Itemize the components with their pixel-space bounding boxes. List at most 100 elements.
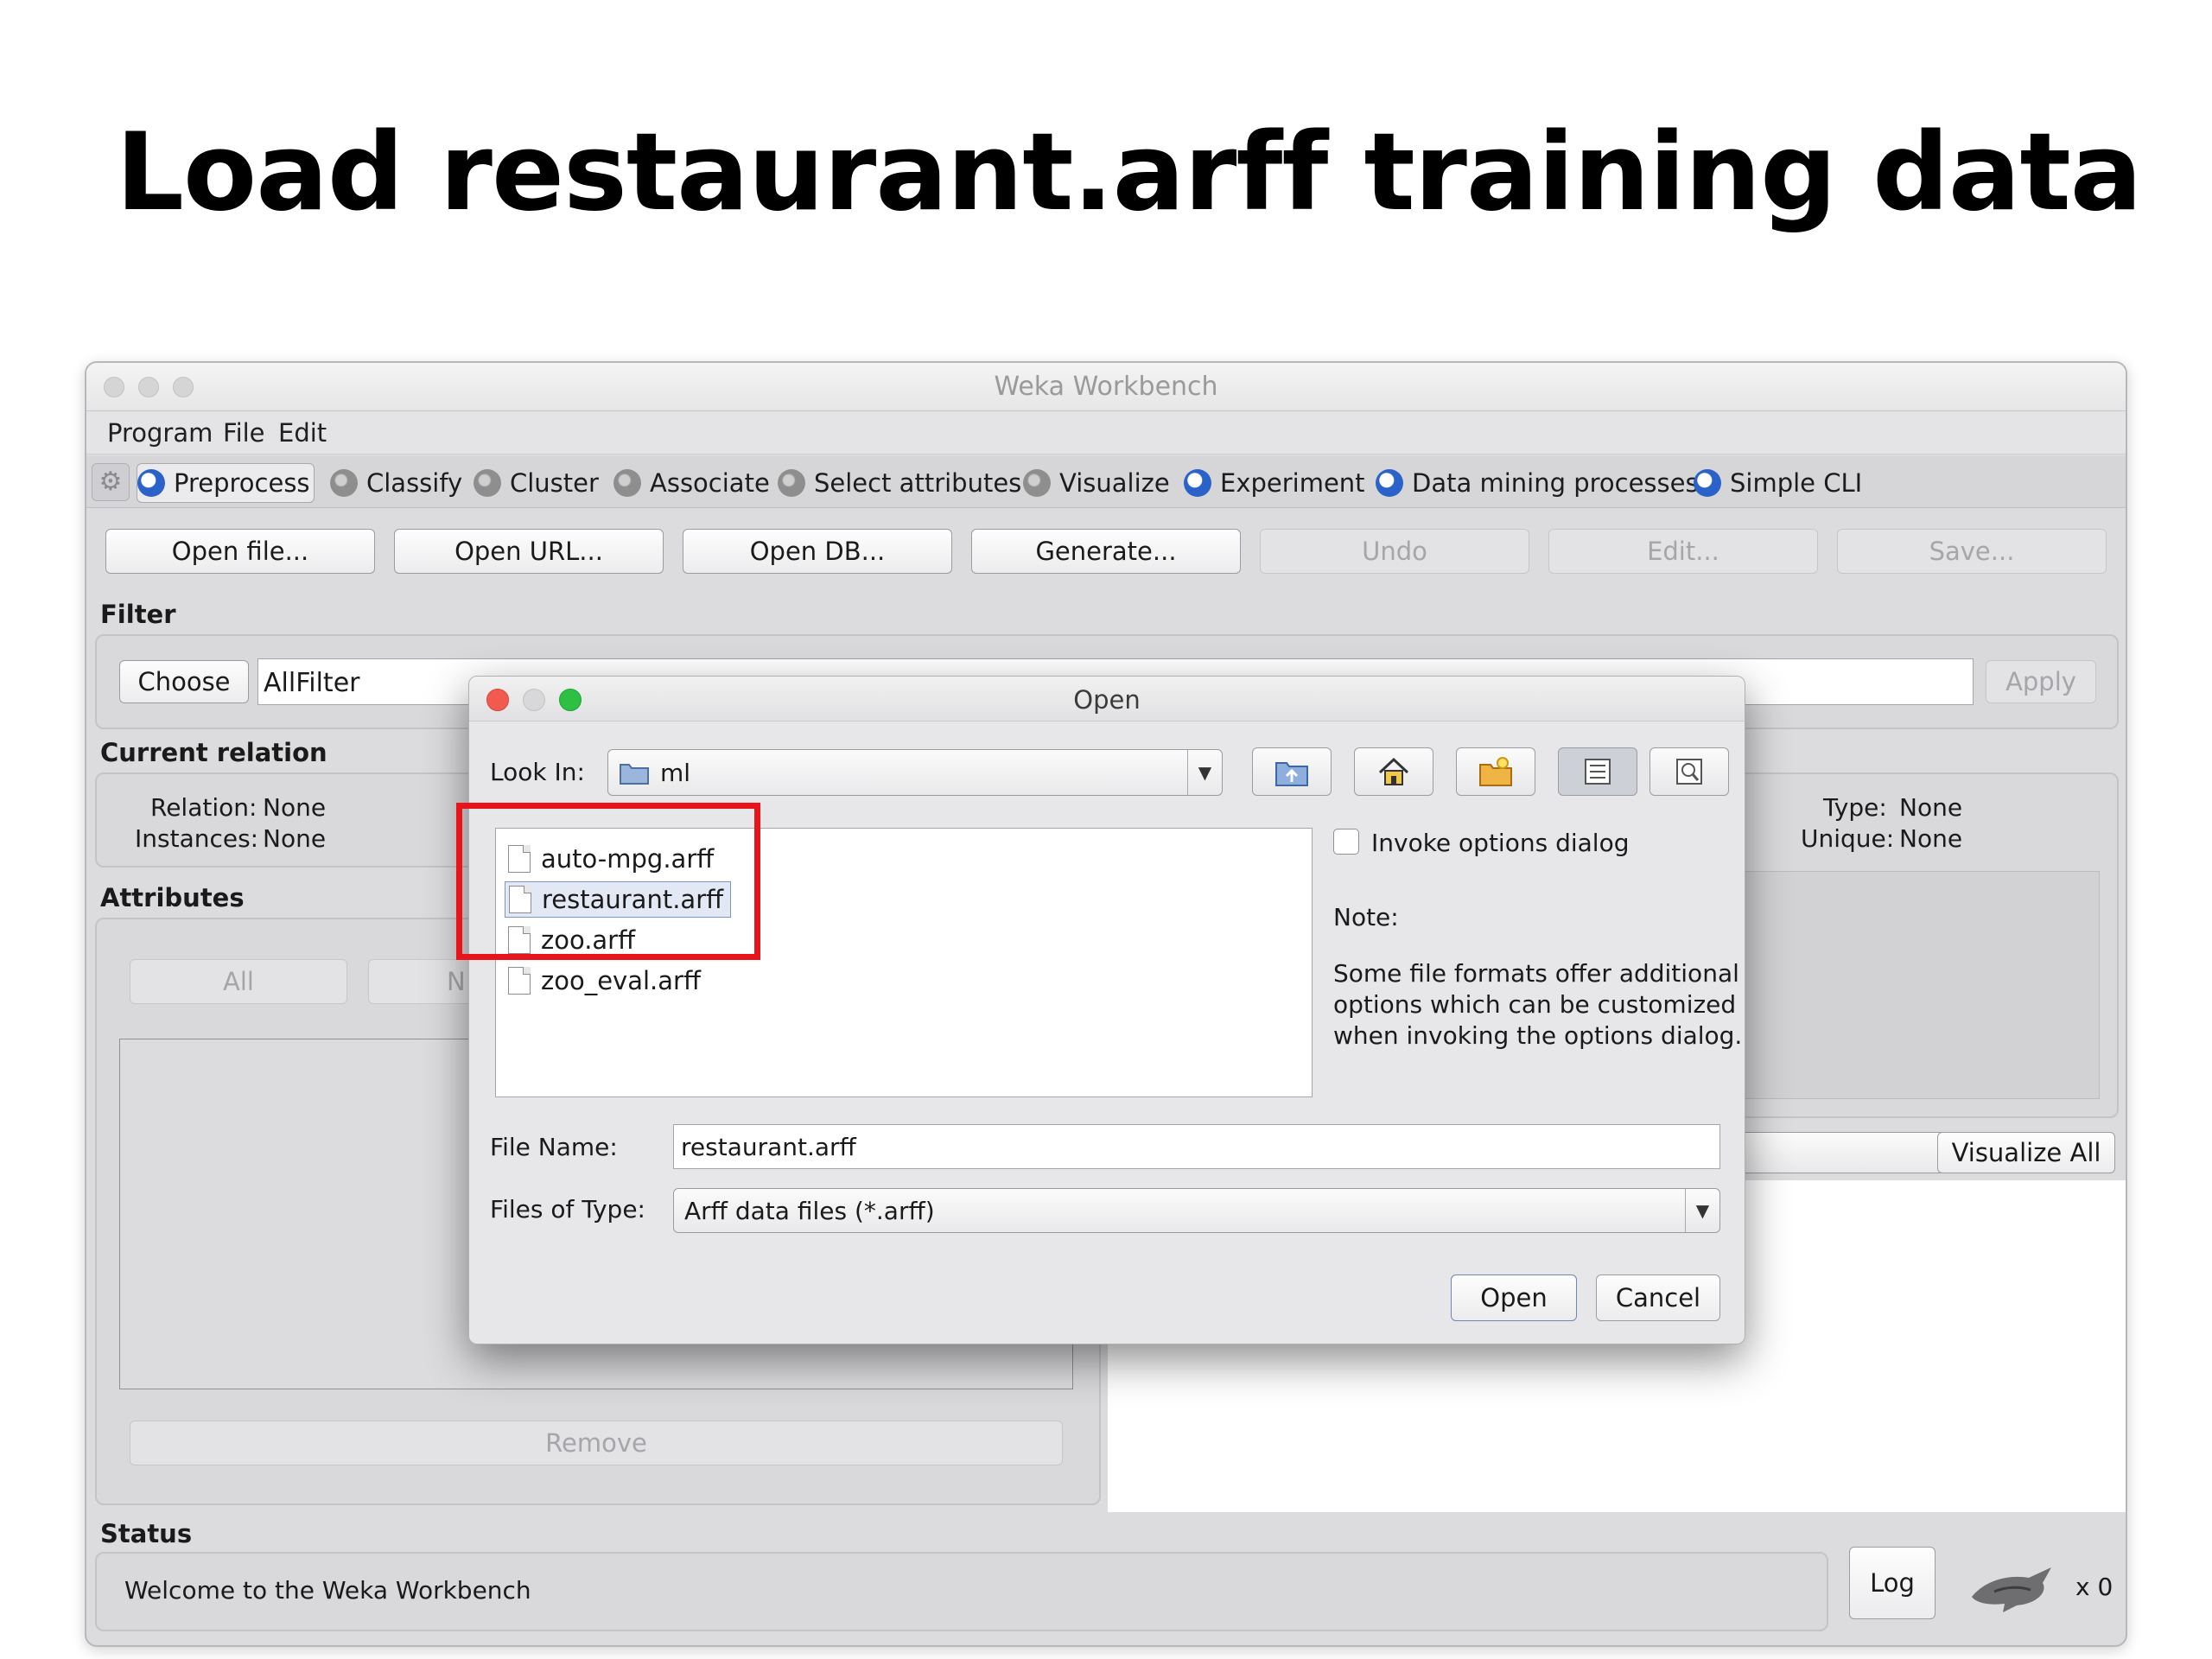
highlight-box bbox=[456, 803, 760, 960]
tab-visualize[interactable]: Visualize bbox=[1023, 463, 1170, 503]
menu-edit[interactable]: Edit bbox=[278, 418, 327, 448]
note-line: when invoking the options dialog. bbox=[1333, 1021, 1743, 1050]
tab-label: Preprocess bbox=[174, 468, 310, 498]
note-line: options which can be customized bbox=[1333, 990, 1737, 1019]
cancel-button[interactable]: Cancel bbox=[1596, 1274, 1720, 1321]
apply-filter-button[interactable]: Apply bbox=[1986, 660, 2096, 703]
open-db-button[interactable]: Open DB... bbox=[683, 529, 952, 574]
tab-status-icon bbox=[474, 469, 501, 497]
look-in-select[interactable]: ml ▼ bbox=[607, 749, 1223, 796]
remove-button[interactable]: Remove bbox=[130, 1421, 1063, 1465]
file-name-input[interactable]: restaurant.arff bbox=[673, 1124, 1720, 1169]
attribute-stats-table bbox=[1702, 871, 2100, 1099]
file-name-value: restaurant.arff bbox=[681, 1133, 856, 1161]
select-all-button[interactable]: All bbox=[130, 959, 347, 1004]
tab-label: Associate bbox=[650, 468, 770, 498]
open-dialog: Open Look In: ml ▼ auto-mpg.arff restaur… bbox=[468, 676, 1745, 1344]
log-button[interactable]: Log bbox=[1849, 1547, 1936, 1619]
details-view-icon bbox=[1676, 759, 1702, 785]
tab-label: Select attributes bbox=[814, 468, 1022, 498]
tab-bar: ⚙ Preprocess Classify Cluster Associate … bbox=[86, 456, 2126, 508]
new-folder-icon bbox=[1479, 757, 1512, 786]
chevron-down-icon: ▼ bbox=[1187, 750, 1222, 795]
tab-status-icon bbox=[1376, 469, 1403, 497]
tab-label: Data mining processes bbox=[1412, 468, 1699, 498]
tab-select-attributes[interactable]: Select attributes bbox=[778, 463, 1021, 503]
status-message: Welcome to the Weka Workbench bbox=[124, 1576, 531, 1605]
dialog-title: Open bbox=[1073, 685, 1141, 715]
relation-value: None bbox=[263, 793, 327, 822]
file-icon bbox=[508, 967, 531, 995]
status-label: Status bbox=[100, 1519, 193, 1548]
chevron-down-icon: ▼ bbox=[1685, 1189, 1719, 1232]
filter-value: AllFilter bbox=[264, 668, 360, 698]
weka-bird-icon bbox=[1972, 1567, 2051, 1612]
home-button[interactable] bbox=[1354, 747, 1433, 796]
tab-status-icon bbox=[137, 469, 165, 497]
files-of-type-select[interactable]: Arff data files (*.arff) ▼ bbox=[673, 1188, 1720, 1233]
note-line: Some file formats offer additional bbox=[1333, 959, 1739, 988]
folder-up-icon bbox=[1275, 762, 1308, 786]
relation-label: Relation: bbox=[150, 793, 257, 822]
open-button[interactable]: Open bbox=[1451, 1274, 1577, 1321]
dialog-titlebar: Open bbox=[469, 677, 1745, 721]
tab-status-icon bbox=[1694, 469, 1721, 497]
tab-label: Classify bbox=[366, 468, 463, 498]
note-label: Note: bbox=[1333, 903, 1399, 931]
menu-program[interactable]: Program bbox=[107, 418, 213, 448]
tab-status-icon bbox=[330, 469, 358, 497]
tab-simple-cli[interactable]: Simple CLI bbox=[1694, 463, 1862, 503]
file-name: zoo_eval.arff bbox=[541, 966, 701, 995]
slide-title: Load restaurant.arff training data bbox=[116, 111, 2142, 235]
unique-value: None bbox=[1899, 824, 1963, 853]
list-view-button[interactable] bbox=[1558, 747, 1637, 796]
type-label: Type: bbox=[1823, 793, 1887, 822]
invoke-options-label: Invoke options dialog bbox=[1371, 829, 1630, 857]
tab-label: Visualize bbox=[1059, 468, 1170, 498]
details-view-button[interactable] bbox=[1649, 747, 1729, 796]
undo-button[interactable]: Undo bbox=[1260, 529, 1529, 574]
tab-associate[interactable]: Associate bbox=[613, 463, 770, 503]
files-of-type-value: Arff data files (*.arff) bbox=[684, 1196, 935, 1225]
tab-experiment[interactable]: Experiment bbox=[1184, 463, 1365, 503]
menu-file[interactable]: File bbox=[223, 418, 265, 448]
menu-bar: Program File Edit bbox=[86, 411, 2126, 454]
tab-label: Cluster bbox=[510, 468, 599, 498]
folder-icon bbox=[620, 764, 649, 785]
filter-label: Filter bbox=[100, 600, 176, 629]
tab-label: Simple CLI bbox=[1730, 468, 1863, 498]
open-url-button[interactable]: Open URL... bbox=[394, 529, 664, 574]
file-item-zoo-eval[interactable]: zoo_eval.arff bbox=[505, 963, 708, 999]
window-title: Weka Workbench bbox=[994, 372, 1218, 402]
home-icon bbox=[1378, 757, 1409, 785]
tab-cluster[interactable]: Cluster bbox=[474, 463, 599, 503]
instances-value: None bbox=[263, 824, 327, 853]
gear-icon[interactable]: ⚙ bbox=[92, 463, 130, 501]
save-button[interactable]: Save... bbox=[1837, 529, 2107, 574]
tab-status-icon bbox=[1023, 469, 1051, 497]
tab-preprocess[interactable]: Preprocess bbox=[137, 463, 315, 503]
new-folder-button[interactable] bbox=[1456, 747, 1535, 796]
choose-filter-button[interactable]: Choose bbox=[119, 660, 249, 703]
task-count: x 0 bbox=[2075, 1573, 2113, 1601]
type-value: None bbox=[1899, 793, 1963, 822]
instances-label: Instances: bbox=[135, 824, 259, 853]
tab-classify[interactable]: Classify bbox=[330, 463, 462, 503]
invoke-options-checkbox[interactable] bbox=[1333, 829, 1359, 855]
current-relation-label: Current relation bbox=[100, 738, 327, 767]
files-of-type-label: Files of Type: bbox=[490, 1195, 645, 1224]
look-in-label: Look In: bbox=[490, 758, 585, 786]
window-titlebar: Weka Workbench bbox=[86, 363, 2126, 411]
list-view-icon bbox=[1585, 759, 1611, 785]
generate-button[interactable]: Generate... bbox=[971, 529, 1241, 574]
visualize-all-button[interactable]: Visualize All bbox=[1937, 1132, 2115, 1173]
note-text: Some file formats offer additional optio… bbox=[1333, 958, 1742, 1052]
tab-status-icon bbox=[613, 469, 641, 497]
tab-label: Experiment bbox=[1220, 468, 1365, 498]
up-one-level-button[interactable] bbox=[1252, 747, 1332, 796]
file-name-label: File Name: bbox=[490, 1133, 618, 1161]
attributes-label: Attributes bbox=[100, 883, 245, 912]
edit-button[interactable]: Edit... bbox=[1548, 529, 1818, 574]
open-file-button[interactable]: Open file... bbox=[105, 529, 375, 574]
tab-data-mining-processes[interactable]: Data mining processes bbox=[1376, 463, 1699, 503]
